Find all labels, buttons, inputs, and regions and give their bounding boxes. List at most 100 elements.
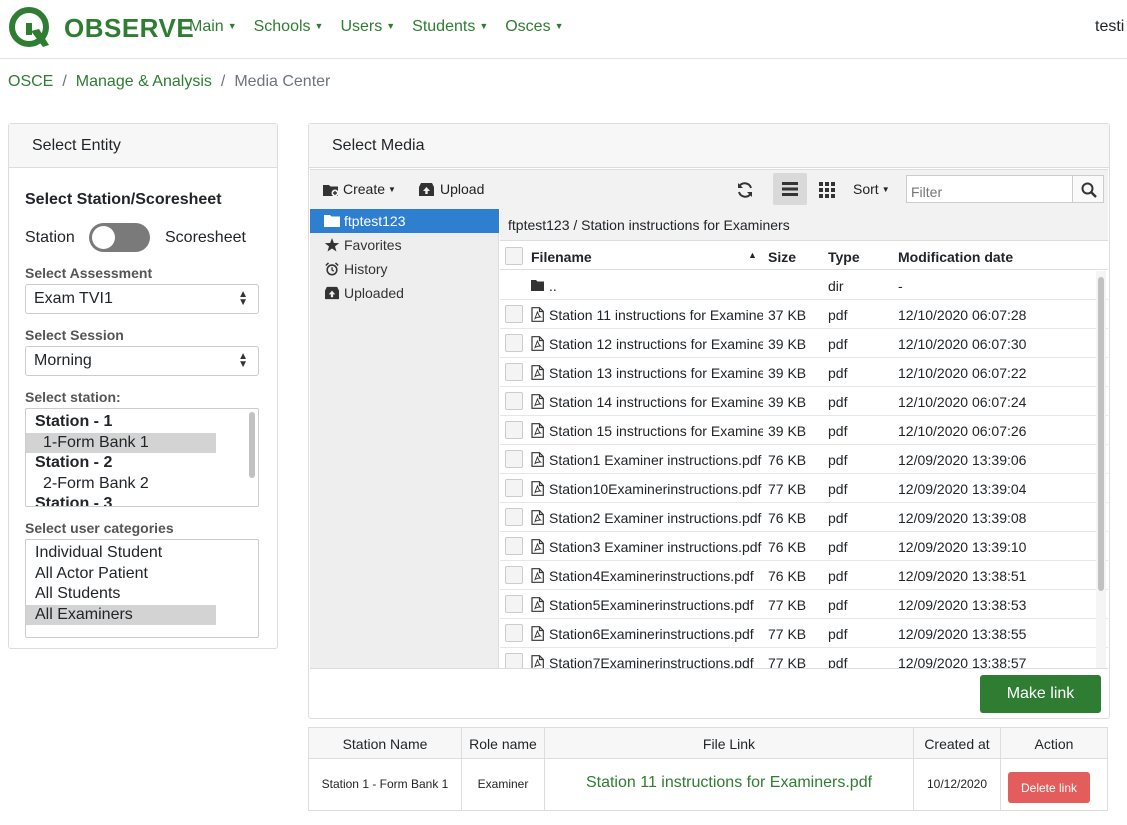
grid-view-icon[interactable]	[819, 182, 835, 198]
category-option[interactable]: All Examiners	[26, 604, 216, 625]
column-size[interactable]: Size	[768, 249, 796, 265]
file-checkbox[interactable]	[505, 421, 523, 439]
breadcrumb-manage-analysis[interactable]: Manage & Analysis	[76, 73, 212, 91]
station-option[interactable]: 2-Form Bank 2	[26, 474, 258, 495]
station-scoresheet-switch[interactable]	[89, 223, 150, 252]
file-row[interactable]: Station 11 instructions for Examiners.pd…	[500, 300, 1108, 329]
file-size: 77 KB	[768, 655, 807, 668]
category-option[interactable]: Individual Student	[26, 543, 258, 564]
nav-main[interactable]: Main ▼	[189, 18, 237, 36]
pdf-file-icon	[531, 452, 544, 467]
nav-osces[interactable]: Osces ▼	[505, 18, 563, 36]
nav-users[interactable]: Users ▼	[340, 18, 395, 36]
file-list: .. dir - Station 11 instructions for Examin…	[500, 271, 1108, 668]
file-checkbox[interactable]	[505, 363, 523, 381]
file-checkbox[interactable]	[505, 450, 523, 468]
file-row[interactable]: Station2 Examiner instructions.pdf 76 KB p…	[500, 503, 1108, 532]
file-checkbox[interactable]	[505, 653, 523, 668]
pdf-file-icon	[531, 539, 544, 554]
breadcrumb-osce[interactable]: OSCE	[8, 73, 53, 91]
file-row[interactable]: Station 13 instructions for Examiners.pd…	[500, 358, 1108, 387]
category-option[interactable]: All Actor Patient	[26, 564, 258, 585]
station-listbox[interactable]: Station - 1 1-Form Bank 1 Station - 2 2-…	[25, 408, 259, 507]
file-size: 39 KB	[768, 423, 807, 439]
file-checkbox[interactable]	[505, 334, 523, 352]
column-type[interactable]: Type	[828, 249, 860, 265]
filter-input[interactable]	[906, 175, 1073, 203]
user-categories-listbox[interactable]: Individual Student All Actor Patient All…	[25, 539, 259, 638]
file-name: Station3 Examiner instructions.pdf	[549, 539, 762, 555]
breadcrumb: OSCE / Manage & Analysis / Media Center	[8, 73, 330, 91]
listbox-scrollbar[interactable]	[249, 412, 255, 478]
tree-item-uploaded[interactable]: Uploaded	[310, 281, 499, 305]
observe-logo-icon[interactable]	[9, 7, 51, 49]
sort-button[interactable]: Sort ▼	[853, 181, 890, 197]
cell-created-at: 10/12/2020	[914, 759, 1001, 810]
assessment-select[interactable]: Exam TVI1 ▲ ▼	[25, 284, 259, 314]
category-option[interactable]: All Students	[26, 584, 258, 605]
delete-link-button[interactable]: Delete link	[1008, 772, 1090, 803]
nav-schools[interactable]: Schools ▼	[254, 18, 324, 36]
file-type: pdf	[828, 626, 848, 642]
session-select[interactable]: Morning ▲ ▼	[25, 346, 259, 376]
file-row[interactable]: Station1 Examiner instructions.pdf 76 KB p…	[500, 445, 1108, 474]
create-button[interactable]: Create ▼	[343, 181, 396, 197]
tree-item-ftptest123[interactable]: ftptest123	[310, 209, 499, 233]
tree-item-history[interactable]: History	[310, 257, 499, 281]
list-view-button[interactable]	[773, 173, 807, 205]
breadcrumb-separator: /	[62, 73, 67, 90]
file-type: pdf	[828, 597, 848, 613]
file-link[interactable]: Station 11 instructions for Examiners.pd…	[545, 759, 913, 792]
select-all-checkbox[interactable]	[505, 247, 523, 265]
pdf-file-icon	[531, 655, 544, 668]
station-label: Select station:	[25, 389, 121, 405]
header-action: Action	[1034, 736, 1074, 752]
file-checkbox[interactable]	[505, 479, 523, 497]
file-row[interactable]: Station4Examinerinstructions.pdf 76 KB pdf…	[500, 561, 1108, 590]
upload-button[interactable]: Upload	[440, 181, 484, 197]
toggle-label-station: Station	[25, 229, 75, 246]
file-checkbox[interactable]	[505, 508, 523, 526]
file-row[interactable]: Station3 Examiner instructions.pdf 76 KB p…	[500, 532, 1108, 561]
file-row[interactable]: Station 15 instructions for Examiners.pd…	[500, 416, 1108, 445]
breadcrumb-current: Media Center	[234, 73, 331, 90]
tree-item-favorites[interactable]: Favorites	[310, 233, 499, 257]
file-checkbox[interactable]	[505, 537, 523, 555]
station-option[interactable]: 1-Form Bank 1	[26, 432, 216, 453]
file-size: 76 KB	[768, 510, 807, 526]
file-size: 39 KB	[768, 365, 807, 381]
file-row[interactable]: Station7Examinerinstructions.pdf 77 KB pdf…	[500, 648, 1108, 668]
file-row[interactable]: Station6Examinerinstructions.pdf 77 KB pdf…	[500, 619, 1108, 648]
pdf-file-icon	[531, 307, 544, 322]
file-row[interactable]: Station 12 instructions for Examiners.pd…	[500, 329, 1108, 358]
cell-station-name: Station 1 - Form Bank 1	[309, 759, 462, 810]
media-panel-footer: Make link	[310, 668, 1108, 718]
sort-ascending-icon: ▲	[748, 250, 757, 260]
tree-item-label: Favorites	[344, 237, 402, 253]
scrollbar-thumb[interactable]	[1098, 277, 1104, 591]
file-date: 12/09/2020 13:38:51	[898, 568, 1027, 584]
file-checkbox[interactable]	[505, 305, 523, 323]
file-list-scrollbar[interactable]	[1096, 271, 1106, 668]
file-checkbox[interactable]	[505, 566, 523, 584]
file-row[interactable]: .. dir -	[500, 271, 1108, 300]
file-date: 12/10/2020 06:07:30	[898, 336, 1027, 352]
brand-name[interactable]: OBSERVE	[64, 13, 194, 44]
table-header: Station Name Role name File Link Created…	[309, 728, 1107, 759]
refresh-icon[interactable]	[736, 181, 754, 199]
file-checkbox[interactable]	[505, 624, 523, 642]
column-modification-date[interactable]: Modification date	[898, 249, 1013, 265]
file-type: pdf	[828, 568, 848, 584]
file-row[interactable]: Station5Examinerinstructions.pdf 77 KB pdf…	[500, 590, 1108, 619]
column-filename[interactable]: Filename	[531, 249, 592, 265]
file-row[interactable]: Station10Examinerinstructions.pdf 77 KB pd…	[500, 474, 1108, 503]
file-checkbox[interactable]	[505, 595, 523, 613]
file-size: 39 KB	[768, 336, 807, 352]
file-row[interactable]: Station 14 instructions for Examiners.pd…	[500, 387, 1108, 416]
file-checkbox[interactable]	[505, 392, 523, 410]
search-button[interactable]	[1072, 175, 1104, 203]
make-link-button[interactable]: Make link	[980, 675, 1101, 713]
nav-students[interactable]: Students ▼	[412, 18, 488, 36]
cell-action: Delete link	[1001, 759, 1107, 810]
user-menu[interactable]: testi	[1095, 18, 1124, 36]
